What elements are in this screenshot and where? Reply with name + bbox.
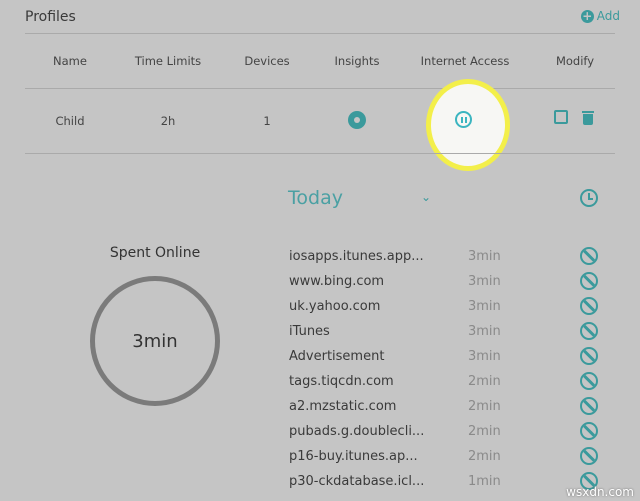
col-name: Name: [53, 54, 87, 68]
spent-online-label: Spent Online: [109, 245, 201, 261]
trash-icon[interactable]: [582, 111, 594, 126]
block-icon[interactable]: [580, 297, 598, 315]
profile-devices: 1: [263, 114, 271, 128]
site-time: 3min: [468, 274, 501, 289]
add-label: Add: [596, 9, 620, 23]
chevron-down-icon[interactable]: ⌄: [421, 190, 431, 204]
block-icon[interactable]: [580, 347, 598, 365]
site-name: iosapps.itunes.app...: [289, 249, 424, 264]
spent-online-value: 3min: [132, 330, 178, 352]
site-name: tags.tiqcdn.com: [289, 374, 394, 389]
site-row: a2.mzstatic.com 2min: [289, 397, 609, 424]
site-time: 3min: [468, 324, 501, 339]
site-row: Advertisement 3min: [289, 347, 609, 374]
col-modify: Modify: [555, 54, 595, 68]
eye-icon[interactable]: [348, 111, 366, 129]
site-name: pubads.g.doublecli...: [289, 424, 425, 439]
watermark: wsxdn.com: [566, 485, 634, 499]
site-time: 3min: [468, 299, 501, 314]
site-time: 2min: [468, 424, 501, 439]
profile-name: Child: [55, 114, 85, 128]
site-time: 2min: [468, 449, 501, 464]
clock-icon[interactable]: [580, 189, 598, 207]
block-icon[interactable]: [580, 447, 598, 465]
divider: [25, 33, 615, 34]
pause-internet-button[interactable]: [455, 111, 472, 128]
site-time: 2min: [468, 374, 501, 389]
site-time: 2min: [468, 399, 501, 414]
site-name: uk.yahoo.com: [289, 299, 381, 314]
site-row: uk.yahoo.com 3min: [289, 297, 609, 324]
period-select[interactable]: Today: [288, 187, 343, 209]
site-name: p30-ckdatabase.icl...: [289, 474, 425, 489]
col-insights: Insights: [334, 54, 380, 68]
site-time: 1min: [468, 474, 501, 489]
divider: [25, 88, 615, 89]
block-icon[interactable]: [580, 422, 598, 440]
col-internet-access: Internet Access: [420, 54, 510, 68]
block-icon[interactable]: [580, 322, 598, 340]
col-devices: Devices: [244, 54, 290, 68]
block-icon[interactable]: [580, 247, 598, 265]
site-name: Advertisement: [289, 349, 385, 364]
add-profile-button[interactable]: + Add: [580, 8, 620, 23]
col-time-limits: Time Limits: [134, 54, 202, 68]
plus-icon: +: [580, 8, 594, 23]
site-row: iosapps.itunes.app... 3min: [289, 247, 609, 274]
site-row: www.bing.com 3min: [289, 272, 609, 299]
block-icon[interactable]: [580, 397, 598, 415]
site-time: 3min: [468, 349, 501, 364]
block-icon[interactable]: [580, 272, 598, 290]
site-name: p16-buy.itunes.ap...: [289, 449, 418, 464]
divider: [25, 153, 615, 154]
profile-time-limit: 2h: [160, 114, 176, 128]
site-row: p30-ckdatabase.icl... 1min: [289, 472, 609, 499]
site-row: p16-buy.itunes.ap... 2min: [289, 447, 609, 474]
block-icon[interactable]: [580, 372, 598, 390]
spent-online-ring: 3min: [90, 276, 220, 406]
site-row: iTunes 3min: [289, 322, 609, 349]
site-name: a2.mzstatic.com: [289, 399, 397, 414]
site-name: iTunes: [289, 324, 330, 339]
site-time: 3min: [468, 249, 501, 264]
site-row: tags.tiqcdn.com 2min: [289, 372, 609, 399]
edit-icon[interactable]: [554, 110, 568, 124]
page-title: Profiles: [25, 9, 76, 25]
site-row: pubads.g.doublecli... 2min: [289, 422, 609, 449]
site-name: www.bing.com: [289, 274, 385, 289]
